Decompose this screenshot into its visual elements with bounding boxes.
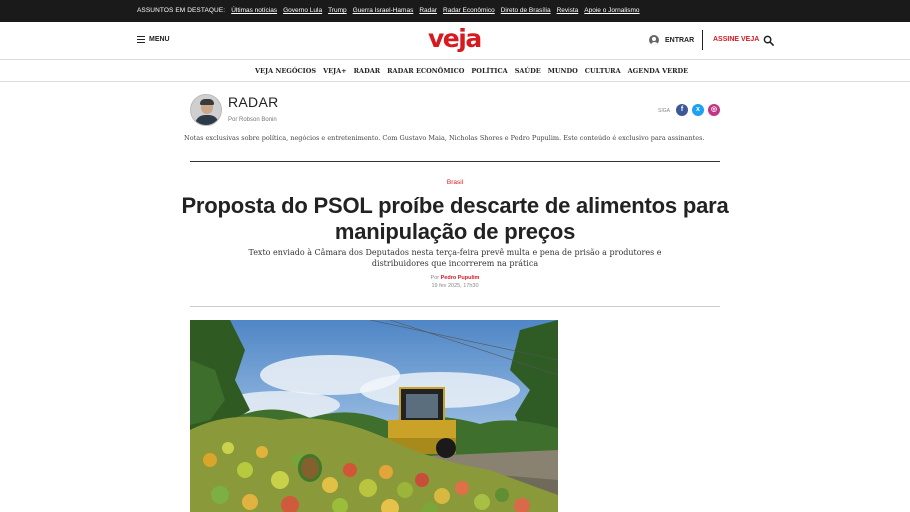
site-header: MENU veja ENTRAR ASSINE VEJA: [0, 22, 910, 60]
header-divider: [702, 30, 703, 50]
byline-prefix: Por: [430, 275, 440, 281]
instagram-icon[interactable]: ◎: [708, 104, 720, 116]
photo-food-waste-with-tractor: [190, 320, 558, 512]
highlight-link-ultimas-noticias[interactable]: Últimas notícias: [231, 7, 277, 14]
article-byline: Por Pedro Pupulim: [0, 275, 910, 281]
search-icon[interactable]: [763, 35, 774, 46]
nav-item-mundo[interactable]: MUNDO: [548, 67, 578, 75]
highlights-label: ASSUNTOS EM DESTAQUE:: [137, 7, 226, 14]
highlights-list: ASSUNTOS EM DESTAQUE: Últimas notícias G…: [137, 7, 640, 14]
highlight-link-revista[interactable]: Revista: [557, 7, 579, 14]
nav-item-veja-negocios[interactable]: VEJA NEGÓCIOS: [255, 67, 316, 75]
follow-label: SIGA: [658, 108, 670, 114]
nav-item-radar[interactable]: RADAR: [354, 67, 381, 75]
user-icon: [649, 35, 659, 45]
highlight-link-governo-lula[interactable]: Governo Lula: [283, 7, 322, 14]
column-header: RADAR Por Robson Bonin SIGA f x ◎: [190, 94, 720, 130]
hamburger-icon: [137, 36, 145, 43]
nav-item-saude[interactable]: SAÚDE: [515, 67, 541, 75]
column-author: Por Robson Bonin: [228, 117, 277, 123]
column-title[interactable]: RADAR: [228, 94, 279, 110]
highlight-link-trump[interactable]: Trump: [328, 7, 347, 14]
highlight-link-direto-de-brasilia[interactable]: Direto de Brasília: [501, 7, 551, 14]
login-button[interactable]: ENTRAR: [649, 35, 694, 45]
article-section-tag[interactable]: Brasil: [0, 179, 910, 186]
facebook-icon[interactable]: f: [676, 104, 688, 116]
section-nav-list: VEJA NEGÓCIOS VEJA+ RADAR RADAR ECONÔMIC…: [255, 67, 688, 75]
section-nav: VEJA NEGÓCIOS VEJA+ RADAR RADAR ECONÔMIC…: [0, 60, 910, 82]
login-label: ENTRAR: [665, 36, 695, 44]
column-description: Notas exclusivas sobre política, negócio…: [184, 134, 705, 142]
highlight-link-guerra-israel-hamas[interactable]: Guerra Israel-Hamas: [353, 7, 414, 14]
highlight-link-radar[interactable]: Radar: [419, 7, 437, 14]
nav-item-cultura[interactable]: CULTURA: [585, 67, 621, 75]
article-headline: Proposta do PSOL proíbe descarte de alim…: [181, 193, 729, 244]
column-divider: [190, 161, 720, 162]
article-subheadline: Texto enviado à Câmara dos Deputados nes…: [248, 248, 662, 268]
nav-item-politica[interactable]: POLÍTICA: [471, 67, 507, 75]
top-highlights-bar: ASSUNTOS EM DESTAQUE: Últimas notícias G…: [0, 0, 910, 22]
x-twitter-icon[interactable]: x: [692, 104, 704, 116]
article-photo: [190, 320, 558, 512]
article-divider: [190, 306, 720, 307]
menu-label: MENU: [149, 36, 170, 43]
nav-item-radar-economico[interactable]: RADAR ECONÔMICO: [387, 67, 464, 75]
article-author-link[interactable]: Pedro Pupulim: [441, 275, 480, 281]
columnist-avatar[interactable]: [190, 94, 222, 126]
nav-item-agenda-verde[interactable]: AGENDA VERDE: [628, 67, 688, 75]
highlight-link-apoie-jornalismo[interactable]: Apoie o Jornalismo: [584, 7, 639, 14]
menu-button[interactable]: MENU: [137, 36, 170, 43]
nav-item-veja-plus[interactable]: VEJA+: [323, 67, 347, 75]
subscribe-link[interactable]: ASSINE VEJA: [713, 36, 759, 43]
article-date: 19 fev 2025, 17h30: [431, 283, 479, 289]
veja-logo[interactable]: veja: [428, 24, 482, 53]
highlight-link-radar-economico[interactable]: Radar Econômico: [443, 7, 495, 14]
